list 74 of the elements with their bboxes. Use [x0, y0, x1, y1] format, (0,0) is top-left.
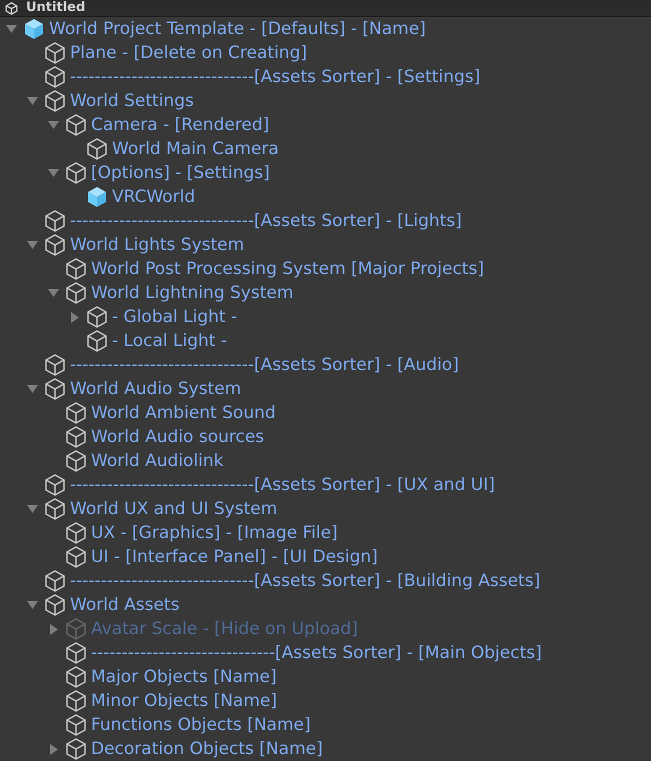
cube-icon — [66, 642, 86, 664]
caret-down-icon[interactable] — [27, 505, 38, 513]
cube-icon — [66, 282, 86, 304]
cube-icon — [66, 690, 86, 712]
hierarchy-item-label[interactable]: World UX and UI System — [70, 498, 278, 520]
cube-icon — [45, 234, 65, 256]
cube-icon — [66, 402, 86, 424]
cube-icon — [66, 450, 86, 472]
hierarchy-item-label[interactable]: ------------------------------[Assets Sorter] - [Settings] — [70, 66, 480, 88]
cube-icon — [45, 594, 65, 616]
hierarchy-item-label[interactable]: ------------------------------[Assets Sorter] - [UX and UI] — [70, 474, 495, 496]
logo-icon — [5, 2, 18, 14]
hierarchy-item-label[interactable]: - Global Light - — [112, 306, 238, 328]
hierarchy-item-label[interactable]: ------------------------------[Assets Sorter] - [Main Objects] — [91, 642, 542, 664]
hierarchy-item-label[interactable]: World Audio sources — [91, 426, 264, 448]
hierarchy-item-label[interactable]: World Audio System — [70, 378, 242, 400]
caret-right-icon[interactable] — [70, 312, 78, 322]
cube-icon — [66, 738, 86, 760]
cube-icon — [45, 378, 65, 400]
hierarchy-item-label[interactable]: World Ambient Sound — [91, 402, 276, 424]
hierarchy-item-label[interactable]: World Lights System — [70, 234, 244, 256]
caret-down-icon[interactable] — [48, 289, 59, 297]
cube-icon — [45, 42, 65, 64]
hierarchy-item-label[interactable]: Camera - [Rendered] — [91, 114, 270, 136]
hierarchy-item-label[interactable]: UX - [Graphics] - [Image File] — [91, 522, 338, 544]
caret-down-icon[interactable] — [27, 385, 38, 393]
hierarchy-item-label[interactable]: Minor Objects [Name] — [91, 690, 278, 712]
cube-icon — [45, 210, 65, 232]
cube-icon — [66, 666, 86, 688]
caret-right-icon[interactable] — [50, 744, 58, 754]
cube-icon — [66, 162, 86, 184]
cube-icon — [66, 114, 86, 136]
cube-icon — [66, 258, 86, 280]
cube-icon — [66, 714, 86, 736]
hierarchy-item-label[interactable]: - Local Light - — [112, 330, 227, 352]
hierarchy-item-label[interactable]: [Options] - [Settings] — [91, 162, 270, 184]
hierarchy-item-label[interactable]: Major Objects [Name] — [91, 666, 277, 688]
cube-icon — [45, 498, 65, 520]
hierarchy-item-label[interactable]: World Settings — [70, 90, 194, 112]
hierarchy-item-label[interactable]: ------------------------------[Assets Sorter] - [Audio] — [70, 354, 459, 376]
cube-icon — [66, 522, 86, 544]
hierarchy-item-label[interactable]: ------------------------------[Assets Sorter] - [Building Assets] — [70, 570, 540, 592]
hierarchy-item-label[interactable]: World Lightning System — [91, 282, 294, 304]
cube-icon — [87, 138, 107, 160]
hierarchy-item-label[interactable]: World Assets — [70, 594, 180, 616]
caret-down-icon[interactable] — [27, 601, 38, 609]
hierarchy-item-label[interactable]: World Project Template - [Defaults] - [Name] — [49, 18, 426, 40]
hierarchy-item-label[interactable]: Functions Objects [Name] — [91, 714, 311, 736]
cube-icon — [45, 354, 65, 376]
hierarchy-item-label[interactable]: UI - [Interface Panel] - [UI Design] — [91, 546, 378, 568]
cube-icon — [66, 618, 86, 640]
cube-icon — [66, 426, 86, 448]
hierarchy-item-label[interactable]: World Post Processing System [Major Projects] — [91, 258, 484, 280]
caret-down-icon[interactable] — [6, 25, 17, 33]
solid-cube-icon — [87, 186, 107, 208]
cube-icon — [45, 474, 65, 496]
hierarchy-item-label[interactable]: World Main Camera — [112, 138, 279, 160]
caret-down-icon[interactable] — [48, 121, 59, 129]
scene-title[interactable]: Untitled — [26, 0, 86, 16]
hierarchy-item-label[interactable]: ------------------------------[Assets Sorter] - [Lights] — [70, 210, 462, 232]
hierarchy-item-label[interactable]: Plane - [Delete on Creating] — [70, 42, 307, 64]
cube-icon — [45, 66, 65, 88]
hierarchy-item-label[interactable]: Decoration Objects [Name] — [91, 738, 323, 760]
cube-icon — [45, 90, 65, 112]
hierarchy-item-label[interactable]: VRCWorld — [112, 186, 196, 208]
cube-icon — [45, 570, 65, 592]
hierarchy-item-label[interactable]: World Audiolink — [91, 450, 224, 472]
caret-down-icon[interactable] — [27, 97, 38, 105]
solid-cube-icon — [24, 18, 44, 40]
cube-icon — [87, 330, 107, 352]
cube-icon — [66, 546, 86, 568]
caret-down-icon[interactable] — [48, 169, 59, 177]
cube-icon — [87, 306, 107, 328]
caret-down-icon[interactable] — [27, 241, 38, 249]
